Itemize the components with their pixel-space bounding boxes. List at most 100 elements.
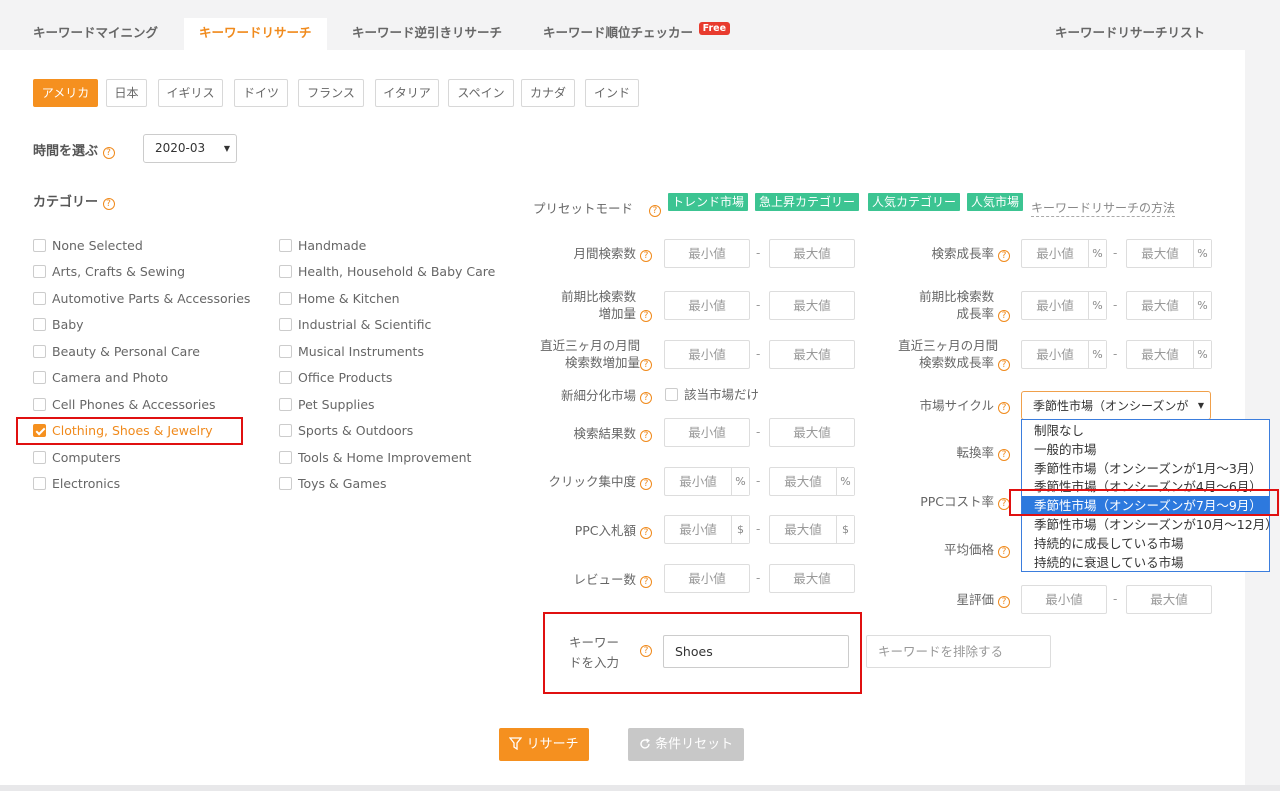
category-checkbox[interactable]: Office Products: [279, 370, 392, 386]
tab-keyword-mining[interactable]: キーワードマイニング: [18, 18, 173, 50]
time-select[interactable]: 2020-03 ▼: [143, 134, 237, 163]
country-ca[interactable]: カナダ: [521, 79, 575, 107]
exclude-keyword-input[interactable]: キーワードを排除する: [866, 635, 1051, 668]
search-growth-min[interactable]: 最小値%: [1021, 239, 1107, 268]
prev-search-growth-min[interactable]: 最小値%: [1021, 291, 1107, 320]
country-us[interactable]: アメリカ: [33, 79, 98, 107]
preset-tag-rising[interactable]: 急上昇カテゴリー: [755, 193, 860, 211]
category-checkbox[interactable]: Musical Instruments: [279, 344, 424, 360]
category-checkbox[interactable]: Automotive Parts & Accessories: [33, 291, 250, 307]
dropdown-option[interactable]: 一般的市場: [1022, 440, 1269, 459]
ppc-bid-max[interactable]: 最大値 $: [769, 515, 855, 544]
help-icon[interactable]: ?: [998, 310, 1010, 322]
research-button[interactable]: リサーチ: [499, 728, 589, 761]
dropdown-option-selected[interactable]: 季節性市場（オンシーズンが7月～9月）: [1022, 496, 1269, 515]
help-icon[interactable]: ?: [640, 310, 652, 322]
help-icon[interactable]: ?: [998, 359, 1010, 371]
dropdown-option[interactable]: 持続的に成長している市場: [1022, 534, 1269, 553]
country-uk[interactable]: イギリス: [158, 79, 223, 107]
tab-research-list[interactable]: キーワードリサーチリスト: [1040, 18, 1220, 50]
help-icon[interactable]: ?: [998, 546, 1010, 558]
placeholder-text: 最大値: [1141, 347, 1179, 362]
help-icon[interactable]: ?: [998, 250, 1010, 262]
help-icon[interactable]: ?: [102, 147, 115, 159]
help-icon[interactable]: ?: [998, 449, 1010, 461]
help-icon[interactable]: ?: [640, 359, 652, 371]
monthly-search-max[interactable]: 最大値: [769, 239, 855, 268]
ppc-bid-min[interactable]: 最小値 $: [664, 515, 750, 544]
tab-keyword-research[interactable]: キーワードリサーチ: [184, 18, 327, 50]
country-jp[interactable]: 日本: [106, 79, 147, 107]
search-results-max[interactable]: 最大値: [769, 418, 855, 447]
dropdown-option[interactable]: 持続的に衰退している市場: [1022, 553, 1269, 572]
reviews-min[interactable]: 最小値: [664, 564, 750, 593]
category-checkbox[interactable]: Industrial & Scientific: [279, 317, 431, 333]
country-es[interactable]: スペイン: [448, 79, 514, 107]
category-checkbox-selected[interactable]: Clothing, Shoes & Jewelry: [33, 423, 213, 439]
preset-tag-trend[interactable]: トレンド市場: [668, 193, 749, 211]
help-icon[interactable]: ?: [640, 645, 652, 657]
prev-search-inc-min[interactable]: 最小値: [664, 291, 750, 320]
click-concentration-max[interactable]: 最大値%: [769, 467, 855, 496]
howto-link[interactable]: キーワードリサーチの方法: [1031, 201, 1176, 217]
q3-search-growth-max[interactable]: 最大値%: [1126, 340, 1212, 369]
tab-reverse-research[interactable]: キーワード逆引きリサーチ: [337, 18, 517, 50]
help-icon[interactable]: ?: [998, 498, 1010, 510]
category-checkbox[interactable]: Beauty & Personal Care: [33, 344, 200, 360]
category-checkbox[interactable]: Tools & Home Improvement: [279, 450, 471, 466]
q3-search-inc-min[interactable]: 最小値: [664, 340, 750, 369]
country-de[interactable]: ドイツ: [234, 79, 288, 107]
help-icon[interactable]: ?: [640, 250, 652, 262]
niche-checkbox[interactable]: 該当市場だけ: [665, 387, 759, 403]
reset-button[interactable]: 条件リセット: [628, 728, 744, 761]
help-icon[interactable]: ?: [640, 392, 652, 404]
monthly-search-min[interactable]: 最小値: [664, 239, 750, 268]
search-growth-max[interactable]: 最大値%: [1126, 239, 1212, 268]
help-icon[interactable]: ?: [648, 205, 661, 217]
rating-min[interactable]: 最小値: [1021, 585, 1107, 614]
category-checkbox[interactable]: Sports & Outdoors: [279, 423, 413, 439]
help-icon[interactable]: ?: [640, 430, 652, 442]
dropdown-option[interactable]: 季節性市場（オンシーズンが10月～12月）: [1022, 515, 1269, 534]
category-checkbox[interactable]: Electronics: [33, 476, 120, 492]
prev-search-growth-max[interactable]: 最大値%: [1126, 291, 1212, 320]
category-checkbox[interactable]: Cell Phones & Accessories: [33, 397, 216, 413]
category-checkbox[interactable]: Home & Kitchen: [279, 291, 400, 307]
preset-tag-popular-market[interactable]: 人気市場: [967, 193, 1024, 211]
category-checkbox[interactable]: Baby: [33, 317, 84, 333]
keyword-input[interactable]: Shoes: [663, 635, 849, 668]
dropdown-option[interactable]: 季節性市場（オンシーズンが1月～3月）: [1022, 459, 1269, 478]
category-text: Electronics: [52, 476, 121, 491]
market-cycle-label: 市場サイクル ?: [870, 397, 1010, 414]
tab-rank-checker[interactable]: キーワード順位チェッカー Free: [528, 18, 731, 50]
help-icon[interactable]: ?: [998, 402, 1010, 414]
country-fr[interactable]: フランス: [298, 79, 364, 107]
category-checkbox[interactable]: Pet Supplies: [279, 397, 375, 413]
help-icon[interactable]: ?: [640, 527, 652, 539]
category-checkbox[interactable]: Health, Household & Baby Care: [279, 264, 495, 280]
dropdown-option[interactable]: 季節性市場（オンシーズンが4月～6月）: [1022, 477, 1269, 496]
category-checkbox[interactable]: None Selected: [33, 238, 143, 254]
q3-search-inc-max[interactable]: 最大値: [769, 340, 855, 369]
q3-search-growth-min[interactable]: 最小値%: [1021, 340, 1107, 369]
preset-tag-popular-category[interactable]: 人気カテゴリー: [868, 193, 961, 211]
rating-max[interactable]: 最大値: [1126, 585, 1212, 614]
help-icon[interactable]: ?: [640, 576, 652, 588]
country-in[interactable]: インド: [585, 79, 639, 107]
dropdown-option[interactable]: 制限なし: [1022, 421, 1269, 440]
country-it[interactable]: イタリア: [375, 79, 439, 107]
category-checkbox[interactable]: Computers: [33, 450, 121, 466]
help-icon[interactable]: ?: [640, 478, 652, 490]
market-cycle-select[interactable]: 季節性市場（オンシーズンが ▼: [1021, 391, 1211, 420]
category-checkbox[interactable]: Toys & Games: [279, 476, 387, 492]
category-checkbox[interactable]: Camera and Photo: [33, 370, 168, 386]
prev-search-inc-max[interactable]: 最大値: [769, 291, 855, 320]
help-icon[interactable]: ?: [102, 198, 115, 210]
category-checkbox[interactable]: Handmade: [279, 238, 366, 254]
search-results-min[interactable]: 最小値: [664, 418, 750, 447]
filter-label-text: 星評価: [956, 592, 995, 607]
help-icon[interactable]: ?: [998, 596, 1010, 608]
click-concentration-min[interactable]: 最小値%: [664, 467, 750, 496]
category-checkbox[interactable]: Arts, Crafts & Sewing: [33, 264, 185, 280]
reviews-max[interactable]: 最大値: [769, 564, 855, 593]
